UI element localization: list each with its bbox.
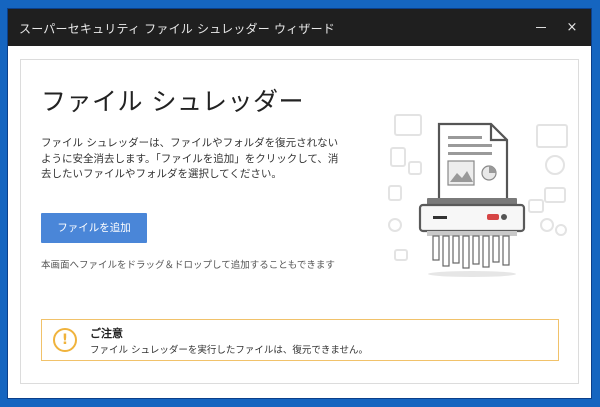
shredder-machine-icon	[418, 198, 526, 277]
window-title: スーパーセキュリティ ファイル シュレッダー ウィザード	[19, 22, 335, 36]
close-button[interactable]: ×	[554, 9, 590, 46]
description-text: ファイル シュレッダーは、ファイルやフォルダを復元されないように安全消去します。…	[41, 137, 339, 180]
shredder-window: スーパーセキュリティ ファイル シュレッダー ウィザード × ファイル シュレッ…	[8, 9, 591, 398]
add-file-button[interactable]: ファイルを追加	[41, 213, 147, 243]
notice-title: ご注意	[90, 327, 123, 340]
drag-drop-hint: 本画面へファイルをドラッグ＆ドロップして追加することもできます	[41, 260, 335, 271]
warning-notice: ! ご注意 ファイル シュレッダーを実行したファイルは、復元できません。	[41, 319, 559, 361]
minimize-icon	[536, 27, 546, 28]
title-bar[interactable]: スーパーセキュリティ ファイル シュレッダー ウィザード ×	[8, 9, 591, 46]
shredder-illustration	[388, 114, 568, 277]
main-panel: ファイル シュレッダー ファイル シュレッダーは、ファイルやフォルダを復元されな…	[20, 59, 579, 384]
close-icon: ×	[566, 20, 578, 35]
document-icon	[437, 122, 509, 207]
page-title: ファイル シュレッダー	[41, 87, 304, 116]
notice-body: ファイル シュレッダーを実行したファイルは、復元できません。	[90, 345, 369, 356]
warning-icon: !	[53, 328, 77, 352]
